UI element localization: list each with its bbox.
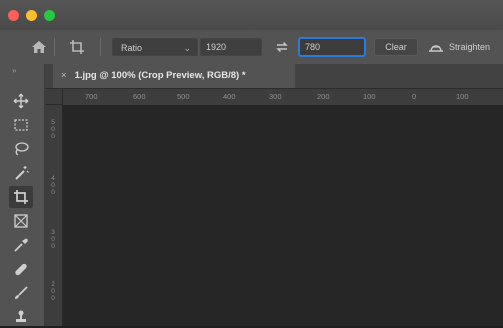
ruler-tick-label: 300 xyxy=(51,229,55,250)
ruler-tick-label: 500 xyxy=(51,119,55,140)
document-tab-bar: × 1.jpg @ 100% (Crop Preview, RGB/8) * xyxy=(45,64,503,89)
options-bar: Ratio ⌄ 1920 780 Clear Straighten xyxy=(0,30,503,65)
rectangular-marquee-tool[interactable] xyxy=(9,114,33,136)
ruler-tick-label: 100 xyxy=(363,92,376,101)
ruler-tick-label: 400 xyxy=(51,175,55,196)
ratio-dropdown[interactable]: Ratio ⌄ xyxy=(112,38,198,56)
crop-tool[interactable] xyxy=(9,186,33,208)
frame-tool[interactable] xyxy=(9,210,33,232)
crop-icon xyxy=(14,190,28,204)
crop-tool-preset-icon[interactable] xyxy=(68,38,86,56)
eyedropper-icon xyxy=(14,238,28,252)
maximize-window-button[interactable] xyxy=(44,10,55,21)
separator xyxy=(54,38,55,56)
window-titlebar xyxy=(0,0,503,30)
minimize-window-button[interactable] xyxy=(26,10,37,21)
chevron-down-icon: ⌄ xyxy=(183,43,191,53)
brush-tool[interactable] xyxy=(9,282,33,304)
collapse-panel-icon[interactable]: » xyxy=(12,66,16,75)
tools-panel: » xyxy=(0,64,45,326)
magic-wand-tool[interactable] xyxy=(9,162,33,184)
width-field[interactable]: 1920 xyxy=(200,38,262,56)
lasso-icon xyxy=(15,142,29,156)
home-icon[interactable] xyxy=(30,38,48,56)
document-tab[interactable]: × 1.jpg @ 100% (Crop Preview, RGB/8) * xyxy=(53,64,295,88)
clone-stamp-tool[interactable] xyxy=(9,306,33,328)
ruler-tick-label: 600 xyxy=(133,92,146,101)
healing-brush-icon xyxy=(15,263,27,276)
separator xyxy=(100,38,101,56)
move-icon xyxy=(13,93,29,109)
ruler-tick-label: 700 xyxy=(85,92,98,101)
clone-stamp-icon xyxy=(16,310,26,322)
magic-wand-icon xyxy=(15,166,29,180)
close-tab-icon[interactable]: × xyxy=(61,70,67,81)
ruler-origin[interactable] xyxy=(45,89,63,105)
ruler-tick-label: 400 xyxy=(223,92,236,101)
ruler-tick-label: 300 xyxy=(269,92,282,101)
frame-icon xyxy=(14,214,28,228)
move-tool[interactable] xyxy=(9,90,33,112)
horizontal-ruler[interactable]: 700 600 500 400 300 200 100 0 100 xyxy=(63,89,503,106)
straighten-button-label[interactable]: Straighten xyxy=(449,42,490,52)
ruler-tick-label: 0 xyxy=(412,92,417,101)
ratio-label: Ratio xyxy=(121,43,143,53)
vertical-ruler[interactable]: 500 400 300 200 xyxy=(45,105,63,326)
ruler-tick-label: 100 xyxy=(456,92,469,101)
document-tab-title: 1.jpg @ 100% (Crop Preview, RGB/8) * xyxy=(74,70,246,81)
ruler-tick-label: 200 xyxy=(317,92,330,101)
ruler-tick-label: 200 xyxy=(51,281,55,302)
brush-icon xyxy=(15,286,28,299)
close-window-button[interactable] xyxy=(8,10,19,21)
height-field[interactable]: 780 xyxy=(299,38,365,56)
swap-icon[interactable] xyxy=(274,39,290,55)
eyedropper-tool[interactable] xyxy=(9,234,33,256)
ruler-tick-label: 500 xyxy=(177,92,190,101)
clear-button[interactable]: Clear xyxy=(374,38,418,56)
straighten-icon[interactable] xyxy=(428,40,444,54)
document-canvas[interactable] xyxy=(63,105,503,326)
marquee-icon xyxy=(14,119,28,131)
healing-brush-tool[interactable] xyxy=(9,258,33,280)
lasso-tool[interactable] xyxy=(9,138,33,160)
